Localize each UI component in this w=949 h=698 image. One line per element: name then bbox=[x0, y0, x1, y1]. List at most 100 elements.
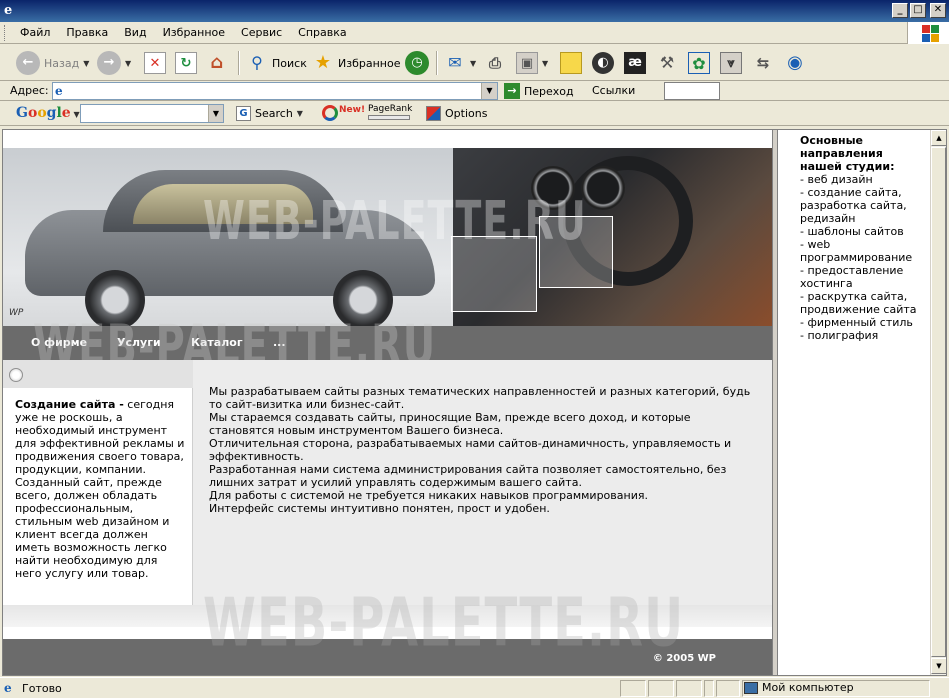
back-button[interactable]: ← Назад ▼ bbox=[16, 50, 89, 76]
scroll-up-button[interactable]: ▲ bbox=[931, 130, 946, 146]
home-button[interactable]: ⌂ bbox=[206, 50, 228, 76]
ie-logo-icon: e bbox=[4, 3, 13, 18]
left-paragraph-2: Созданный сайт, прежде всего, должен обл… bbox=[15, 476, 170, 580]
minimize-button[interactable]: _ bbox=[892, 3, 908, 18]
google-search-button[interactable]: G Search ▼ bbox=[236, 106, 303, 121]
go-button[interactable]: → Переход bbox=[504, 82, 574, 100]
search-button[interactable]: ⚲ Поиск bbox=[246, 50, 307, 76]
translate-icon: æ bbox=[624, 52, 646, 74]
google-logo[interactable]: Google ▼ bbox=[16, 105, 80, 121]
notes-button[interactable] bbox=[560, 50, 582, 76]
sidebar-heading: Основные направления нашей студии: bbox=[800, 134, 895, 173]
menu-tools[interactable]: Сервис bbox=[233, 26, 290, 39]
menu-help[interactable]: Справка bbox=[290, 26, 354, 39]
plugin-button-6[interactable]: ◉ bbox=[784, 50, 806, 76]
wrench-icon: ⚒ bbox=[659, 53, 675, 72]
icq-flower-icon: ✿ bbox=[688, 52, 710, 74]
plugin-button-1[interactable]: ◐ bbox=[592, 50, 614, 76]
google-toolbar: Google ▼ ▼ G Search ▼ New! PageRank Opti… bbox=[0, 102, 949, 126]
watermark-text: WEB-PALETTE.RU bbox=[203, 190, 587, 252]
mail-button[interactable]: ✉ ▼ bbox=[444, 50, 476, 76]
scroll-thumb[interactable] bbox=[931, 147, 946, 657]
main-text: Мы разрабатываем сайты разных тематическ… bbox=[209, 385, 759, 515]
refresh-icon: ↻ bbox=[175, 52, 197, 74]
close-button[interactable]: ✕ bbox=[930, 3, 946, 18]
print-button[interactable]: ⎙ bbox=[484, 50, 506, 76]
standard-toolbar: ← Назад ▼ → ▼ ✕ ↻ ⌂ ⚲ Поиск ★ Избранное … bbox=[0, 45, 949, 81]
address-input[interactable]: e ▼ bbox=[52, 82, 498, 100]
window-titlebar[interactable]: e _ □ ✕ bbox=[0, 0, 949, 22]
pagerank-bar bbox=[368, 115, 410, 120]
plugin-button-4[interactable]: ⩔ bbox=[720, 50, 742, 76]
sidebar-text: Основные направления нашей студии: - веб… bbox=[800, 134, 928, 342]
google-search-dropdown-icon[interactable]: ▼ bbox=[208, 105, 223, 122]
google-logo-letter: o bbox=[27, 105, 38, 121]
google-search-input[interactable]: ▼ bbox=[80, 104, 224, 123]
banner-mark: WP bbox=[9, 308, 24, 318]
sidebar-item: - шаблоны сайтов bbox=[800, 225, 904, 238]
menu-bar: Файл Правка Вид Избранное Сервис Справка bbox=[0, 22, 949, 44]
menu-favorites[interactable]: Избранное bbox=[155, 26, 233, 39]
google-search-dropdown-icon[interactable]: ▼ bbox=[297, 109, 303, 118]
status-cell bbox=[676, 680, 702, 697]
back-dropdown-icon[interactable]: ▼ bbox=[83, 59, 89, 68]
menu-view[interactable]: Вид bbox=[116, 26, 154, 39]
status-cell bbox=[704, 680, 714, 697]
address-bar: Адрес: e ▼ → Переход Ссылки bbox=[0, 81, 949, 101]
google-menu-icon: ▼ bbox=[70, 109, 80, 119]
page-status-icon: e bbox=[4, 681, 12, 695]
home-icon: ⌂ bbox=[210, 52, 224, 73]
site-banner: WEB-PALETTE.RU WP bbox=[3, 148, 772, 326]
google-new-button[interactable]: New! bbox=[322, 105, 365, 121]
browser-content: WEB-PALETTE.RU WP О фирме Услуги Каталог… bbox=[2, 129, 947, 676]
status-label: Готово bbox=[22, 681, 62, 695]
plugin-button-5[interactable]: ⇆ bbox=[752, 50, 774, 76]
favorites-button[interactable]: ★ Избранное bbox=[312, 50, 401, 76]
links-label[interactable]: Ссылки bbox=[592, 84, 635, 97]
favorites-label: Избранное bbox=[338, 56, 401, 70]
refresh-button[interactable]: ↻ bbox=[175, 50, 197, 76]
plugin-button-2[interactable]: æ bbox=[624, 50, 646, 76]
menu-grip-handle[interactable] bbox=[4, 25, 7, 41]
edit-dropdown-icon[interactable]: ▼ bbox=[542, 59, 548, 68]
icq-button[interactable]: ✿ bbox=[688, 50, 710, 76]
stop-button[interactable]: ✕ bbox=[144, 50, 166, 76]
plugin-button-3[interactable]: ⚒ bbox=[656, 50, 678, 76]
menu-file[interactable]: Файл bbox=[12, 26, 58, 39]
links-pen-icon[interactable] bbox=[664, 82, 720, 100]
stop-icon: ✕ bbox=[144, 52, 166, 74]
maximize-button[interactable]: □ bbox=[910, 3, 926, 18]
google-logo-letter: e bbox=[61, 105, 71, 121]
mail-dropdown-icon[interactable]: ▼ bbox=[470, 59, 476, 68]
note-icon bbox=[560, 52, 582, 74]
left-column-text: Создание сайта - сегодня уже не роскошь,… bbox=[15, 398, 185, 580]
address-dropdown-icon[interactable]: ▼ bbox=[481, 83, 497, 99]
google-new-label: New! bbox=[339, 105, 366, 115]
pagerank-meter[interactable]: PageRank bbox=[368, 104, 412, 120]
computer-icon bbox=[744, 681, 758, 694]
go-arrow-icon: → bbox=[504, 83, 520, 99]
main-paragraph: Мы стараемся создавать сайты, приносящие… bbox=[209, 411, 691, 437]
history-button[interactable]: ◷ bbox=[405, 50, 429, 76]
search-label: Поиск bbox=[272, 56, 307, 70]
menu-edit[interactable]: Правка bbox=[58, 26, 116, 39]
google-options-button[interactable]: Options bbox=[426, 106, 487, 121]
left-heading: Создание сайта - bbox=[15, 398, 124, 411]
sidebar-item: - полиграфия bbox=[800, 329, 879, 342]
forward-button[interactable]: → ▼ bbox=[97, 50, 131, 76]
history-icon: ◷ bbox=[405, 51, 429, 75]
status-cell bbox=[716, 680, 740, 697]
status-bar: e Готово Мой компьютер bbox=[0, 677, 949, 698]
sidebar-frame: Основные направления нашей студии: - веб… bbox=[778, 130, 932, 675]
scroll-down-button[interactable]: ▼ bbox=[931, 658, 946, 674]
watermark-text: WEB-PALETTE.RU bbox=[203, 584, 685, 663]
google-logo-letter: g bbox=[46, 105, 57, 121]
google-new-icon bbox=[322, 105, 338, 121]
google-logo-letter: G bbox=[16, 105, 28, 121]
forward-dropdown-icon[interactable]: ▼ bbox=[125, 59, 131, 68]
edit-button[interactable]: ▣ ▼ bbox=[516, 50, 548, 76]
options-icon bbox=[426, 106, 441, 121]
main-paragraph: Мы разрабатываем сайты разных тематическ… bbox=[209, 385, 751, 411]
vertical-scrollbar[interactable]: ▲ ▼ bbox=[930, 130, 946, 675]
search-icon: ⚲ bbox=[251, 53, 263, 72]
